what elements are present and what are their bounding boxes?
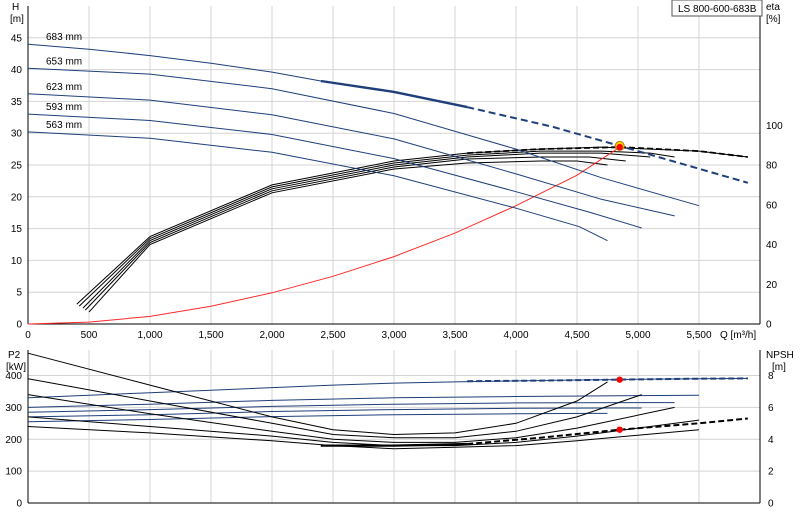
x-tick-label: 0 [25, 330, 31, 341]
eta-curve [88, 160, 608, 313]
x-tick-label: 2,500 [320, 330, 345, 341]
head-curve [27, 113, 642, 229]
y-right-tick-label: 80 [766, 161, 778, 172]
p2-axis-unit: [kW] [6, 362, 26, 373]
eta-point [616, 143, 623, 151]
x-tick-label: 500 [81, 330, 98, 341]
y-right-axis-name: eta [766, 2, 780, 13]
pump-performance-chart: 0 500 1,000 1,500 2,000 2,500 3,000 3,500 4,000 4… [5, 0, 794, 510]
head-curve-label: 623 mm [46, 82, 82, 93]
y-left-axis-unit: [m] [10, 14, 24, 25]
npsh-tick-label: 6 [768, 403, 774, 414]
y-left-tick-label: 40 [11, 65, 23, 76]
x-tick-label: 1,500 [198, 330, 223, 341]
y-left-tick-label: 10 [11, 256, 23, 267]
npsh-axis-name: NPSH [766, 350, 794, 361]
x-tick-label: 5,000 [625, 330, 650, 341]
bottom-panel-axes: 010020030040002468P2[kW]NPSH[m] [5, 350, 794, 510]
npsh-axis-unit: [m] [772, 362, 786, 373]
npsh-tick-label: 0 [768, 499, 774, 510]
head-curve-label: 653 mm [46, 56, 82, 67]
npsh-point [616, 426, 623, 433]
x-tick-label: 3,000 [381, 330, 406, 341]
p2-tick-label: 200 [5, 435, 22, 446]
x-tick-label: 4,000 [503, 330, 528, 341]
y-left-tick-label: 20 [11, 192, 23, 203]
system-curve [27, 146, 620, 325]
x-tick-label: 5,500 [686, 330, 711, 341]
power-curve [27, 412, 608, 423]
model-label: LS 800-600-683B [671, 0, 763, 17]
y-left-tick-label: 15 [11, 224, 23, 235]
npsh-tick-label: 2 [768, 467, 774, 478]
p2-tick-label: 0 [16, 499, 22, 510]
head-curve-label: 683 mm [46, 32, 82, 43]
p2-tick-label: 100 [5, 467, 22, 478]
y-left-tick-label: 45 [11, 33, 23, 44]
top-panel-series: 683 mm 653 mm 623 mm 593 mm 563 mm [27, 32, 749, 325]
power-point [616, 376, 623, 383]
x-tick-label: 4,500 [564, 330, 589, 341]
y-left-tick-label: 5 [16, 288, 22, 299]
y-right-tick-label: 100 [766, 121, 783, 132]
y-right-tick-label: 60 [766, 200, 778, 211]
p2-axis-name: P2 [8, 350, 21, 361]
p2-tick-label: 300 [5, 403, 22, 414]
x-axis-label: Q [m³/h] [720, 330, 756, 341]
x-tick-label: 3,500 [442, 330, 467, 341]
y-right-axis-unit: [%] [766, 14, 781, 25]
head-curve-dashed [466, 106, 749, 184]
y-right-tick-label: 40 [766, 240, 778, 251]
npsh-dashed-curve [467, 417, 748, 445]
y-left-tick-label: 0 [16, 320, 22, 331]
x-tick-label: 1,000 [137, 330, 162, 341]
y-left-tick-label: 35 [11, 97, 23, 108]
head-curve [27, 93, 675, 217]
head-curve-label: 593 mm [46, 102, 82, 113]
y-right-tick-label: 0 [766, 320, 772, 331]
eta-curve [76, 146, 748, 305]
npsh-tick-label: 4 [768, 435, 774, 446]
model-label-text: LS 800-600-683B [678, 4, 757, 15]
x-tick-label: 2,000 [259, 330, 284, 341]
bottom-panel-series [27, 352, 748, 450]
head-curve [27, 131, 608, 242]
y-right-tick-label: 20 [766, 280, 778, 291]
y-left-tick-label: 25 [11, 161, 23, 172]
y-left-axis-name: H [12, 2, 19, 13]
y-left-tick-label: 30 [11, 129, 23, 140]
head-curve-label: 563 mm [46, 120, 82, 131]
